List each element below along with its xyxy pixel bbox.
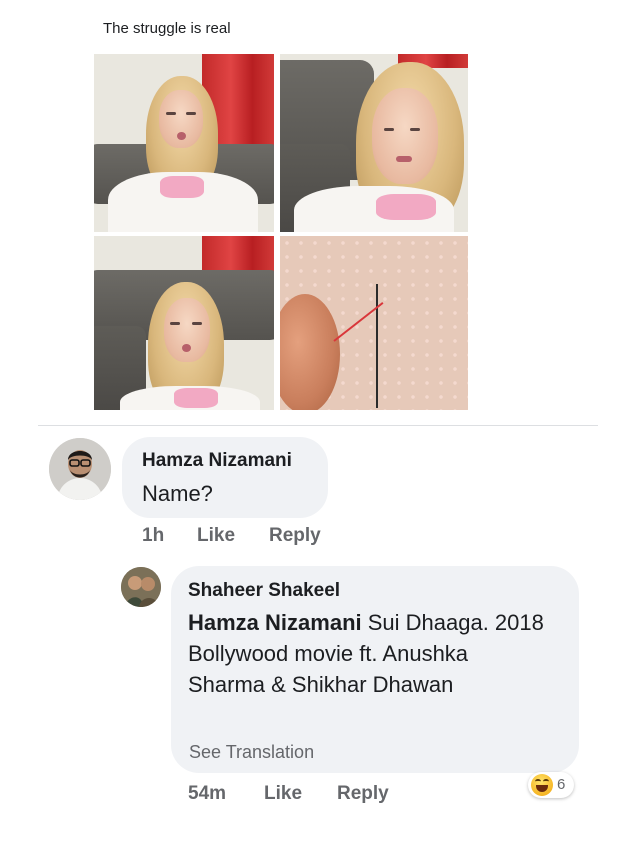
reaction-count: 6	[557, 776, 566, 793]
reply-text: Hamza Nizamani Sui Dhaaga. 2018 Bollywoo…	[188, 607, 548, 700]
comment-author[interactable]: Hamza Nizamani	[142, 450, 292, 472]
mention-link[interactable]: Hamza Nizamani	[188, 610, 362, 635]
divider	[38, 425, 598, 426]
comment-text: Name?	[142, 481, 213, 506]
haha-emoji-icon	[531, 774, 553, 796]
reply-author[interactable]: Shaheer Shakeel	[188, 580, 340, 602]
see-translation-link[interactable]: See Translation	[189, 742, 314, 763]
avatar-hamza-nizamani[interactable]	[49, 438, 111, 500]
image-grid[interactable]	[94, 54, 468, 410]
reply-time[interactable]: 54m	[188, 783, 226, 805]
reply-reply-button[interactable]: Reply	[337, 783, 389, 805]
avatar-shaheer-shakeel[interactable]	[121, 567, 161, 607]
reply-button[interactable]: Reply	[269, 525, 321, 547]
comment-time[interactable]: 1h	[142, 525, 164, 547]
like-button[interactable]: Like	[197, 525, 235, 547]
post-photo-3[interactable]	[94, 236, 274, 410]
reaction-summary[interactable]: 6	[528, 772, 574, 798]
reply-like-button[interactable]: Like	[264, 783, 302, 805]
post-text: The struggle is real	[103, 20, 231, 37]
post-photo-needle-thread[interactable]	[280, 236, 468, 410]
post-photo-1[interactable]	[94, 54, 274, 232]
post-photo-2[interactable]	[280, 54, 468, 232]
